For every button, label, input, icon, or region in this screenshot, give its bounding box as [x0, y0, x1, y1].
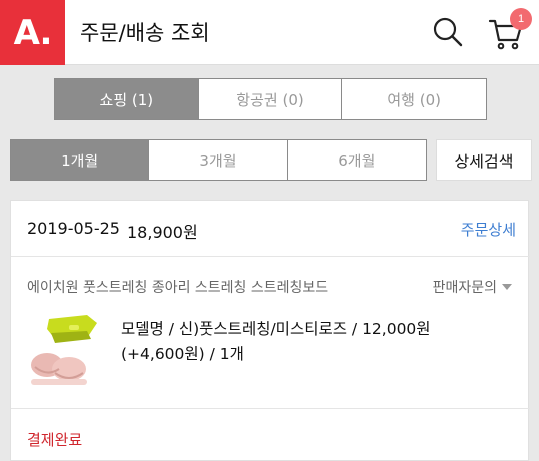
tab-travel[interactable]: 여행 (0): [342, 79, 487, 119]
period-1-month[interactable]: 1개월: [11, 140, 150, 180]
seller-inquiry-button[interactable]: 판매자문의: [433, 277, 512, 297]
order-card: 2019-05-25 18,900원 주문상세 에이치원 풋스트레칭 종아리 스…: [10, 200, 530, 461]
category-tabs: 쇼핑 (1) 항공권 (0) 여행 (0): [54, 78, 487, 120]
period-3-months[interactable]: 3개월: [149, 140, 288, 180]
order-option-info: 모델명 / 신)풋스트레칭/미스티로즈 / 12,000원 (+4,600원) …: [121, 317, 521, 367]
product-name[interactable]: 에이치원 풋스트레칭 종아리 스트레칭 스트레칭보드: [27, 277, 328, 297]
payment-status: 결제완료: [27, 431, 83, 449]
logo[interactable]: A.: [0, 0, 65, 65]
order-total: 18,900원: [127, 223, 198, 242]
period-tabs: 1개월 3개월 6개월: [10, 139, 427, 181]
tab-flight[interactable]: 항공권 (0): [198, 79, 343, 119]
detail-search-button[interactable]: 상세검색: [436, 139, 532, 181]
order-date: 2019-05-25: [27, 219, 120, 238]
product-image: [25, 313, 101, 391]
cart-count-badge: 1: [510, 8, 532, 30]
seller-inquiry-label: 판매자문의: [432, 280, 497, 296]
product-thumbnail[interactable]: [25, 313, 101, 391]
search-button[interactable]: [430, 14, 466, 50]
search-icon: [433, 17, 463, 47]
order-detail-link[interactable]: 주문상세: [461, 219, 516, 240]
page-title: 주문/배송 조회: [80, 21, 210, 45]
divider: [11, 408, 530, 409]
order-header: 2019-05-25 18,900원 주문상세: [11, 201, 530, 257]
option-line-1: 모델명 / 신)풋스트레칭/미스티로즈 / 12,000원: [121, 320, 431, 338]
caret-down-icon: [502, 284, 512, 290]
tab-shopping[interactable]: 쇼핑 (1): [55, 79, 199, 119]
period-6-months[interactable]: 6개월: [287, 140, 426, 180]
app-header: A. 주문/배송 조회 1: [0, 0, 539, 65]
option-line-2: (+4,600원) / 1개: [121, 345, 244, 363]
